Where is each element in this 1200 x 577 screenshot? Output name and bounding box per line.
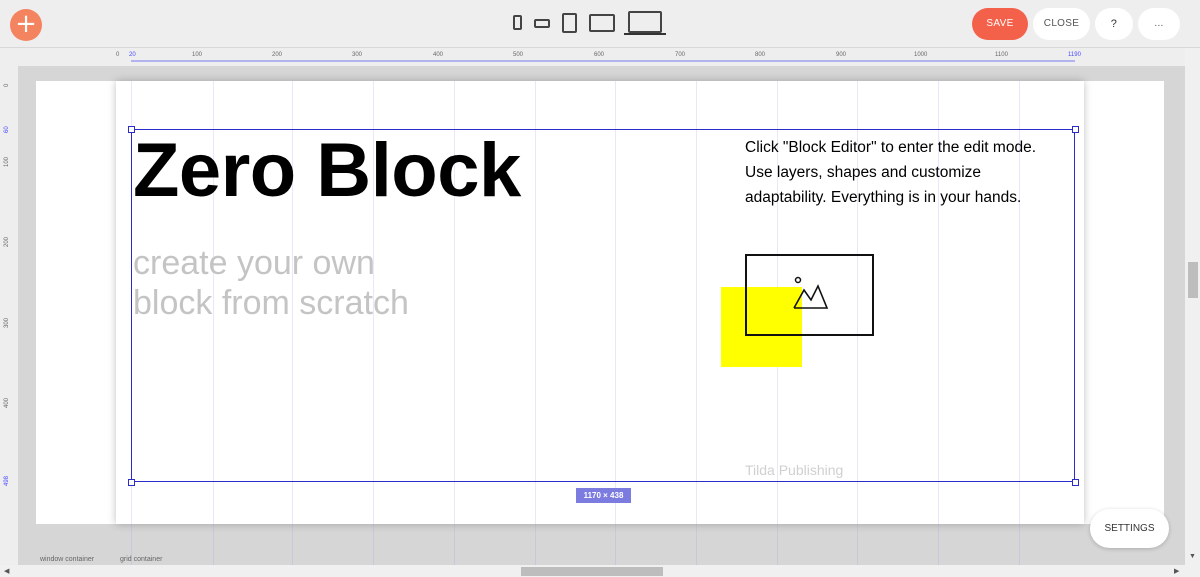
ruler-label: 100 [192, 52, 203, 58]
help-button[interactable]: ? [1095, 8, 1133, 40]
ruler-label: 1190 [1068, 52, 1081, 58]
ruler-label: 60 [4, 126, 10, 133]
tilda-publishing-text[interactable]: Tilda Publishing [745, 462, 843, 478]
ruler-label: 1100 [995, 52, 1008, 58]
ruler-label: 20 [129, 52, 136, 58]
vertical-ruler[interactable]: 0 60 100 200 300 400 498 [0, 66, 18, 566]
settings-button[interactable]: SETTINGS [1090, 509, 1169, 548]
add-element-button[interactable]: + [10, 9, 42, 41]
ruler-label: 498 [4, 475, 10, 486]
ruler-active-range [131, 60, 1075, 62]
ruler-label: 900 [836, 52, 847, 58]
save-button[interactable]: SAVE [972, 8, 1028, 40]
device-mobile-portrait-icon[interactable] [513, 15, 522, 30]
desktop-base-icon [624, 33, 666, 35]
block-subtitle[interactable]: create your own block from scratch [133, 243, 453, 323]
ruler-label: 100 [4, 156, 10, 167]
ruler-label: 700 [675, 52, 686, 58]
ruler-label: 300 [4, 317, 10, 328]
resize-handle-top-right[interactable] [1072, 126, 1079, 133]
horizontal-scroll-thumb[interactable] [521, 567, 663, 576]
arrow-left-icon[interactable]: ◀ [4, 567, 9, 575]
ruler-label: 600 [594, 52, 605, 58]
ruler-label: 400 [4, 397, 10, 408]
top-toolbar: + SAVE CLOSE ? ... [0, 0, 1200, 48]
ruler-label: 0 [4, 83, 10, 87]
ruler-label: 800 [755, 52, 766, 58]
ruler-label: 500 [513, 52, 524, 58]
window-container-label: window container [40, 556, 95, 563]
resize-handle-bottom-left[interactable] [128, 479, 135, 486]
arrow-down-icon[interactable]: ▼ [1189, 553, 1196, 560]
artboard-size-badge: 1170 × 438 [576, 488, 631, 503]
horizontal-ruler[interactable]: 0 20 100 200 300 400 500 600 700 800 900… [0, 48, 1185, 66]
device-mobile-landscape-icon[interactable] [534, 19, 550, 28]
grid-container-label: grid container [120, 556, 163, 563]
more-options-button[interactable]: ... [1138, 8, 1180, 40]
arrow-right-icon[interactable]: ▶ [1174, 567, 1179, 575]
resize-handle-bottom-right[interactable] [1072, 479, 1079, 486]
device-desktop-icon[interactable] [628, 11, 662, 33]
vertical-scrollbar[interactable] [1185, 48, 1200, 577]
device-tablet-landscape-icon[interactable] [589, 14, 615, 32]
ruler-label: 200 [4, 236, 10, 247]
plus-icon: + [15, 9, 37, 39]
ruler-label: 400 [433, 52, 444, 58]
ruler-label: 0 [116, 52, 120, 58]
ruler-label: 200 [272, 52, 283, 58]
close-button[interactable]: CLOSE [1033, 8, 1090, 40]
block-description[interactable]: Click "Block Editor" to enter the edit m… [745, 135, 1065, 210]
ruler-label: 1000 [914, 52, 928, 58]
ruler-label: 300 [352, 52, 363, 58]
device-tablet-portrait-icon[interactable] [562, 13, 577, 33]
block-title[interactable]: Zero Block [133, 127, 521, 214]
image-placeholder[interactable] [745, 254, 874, 336]
vertical-scroll-thumb[interactable] [1188, 262, 1198, 298]
image-icon [793, 276, 829, 309]
